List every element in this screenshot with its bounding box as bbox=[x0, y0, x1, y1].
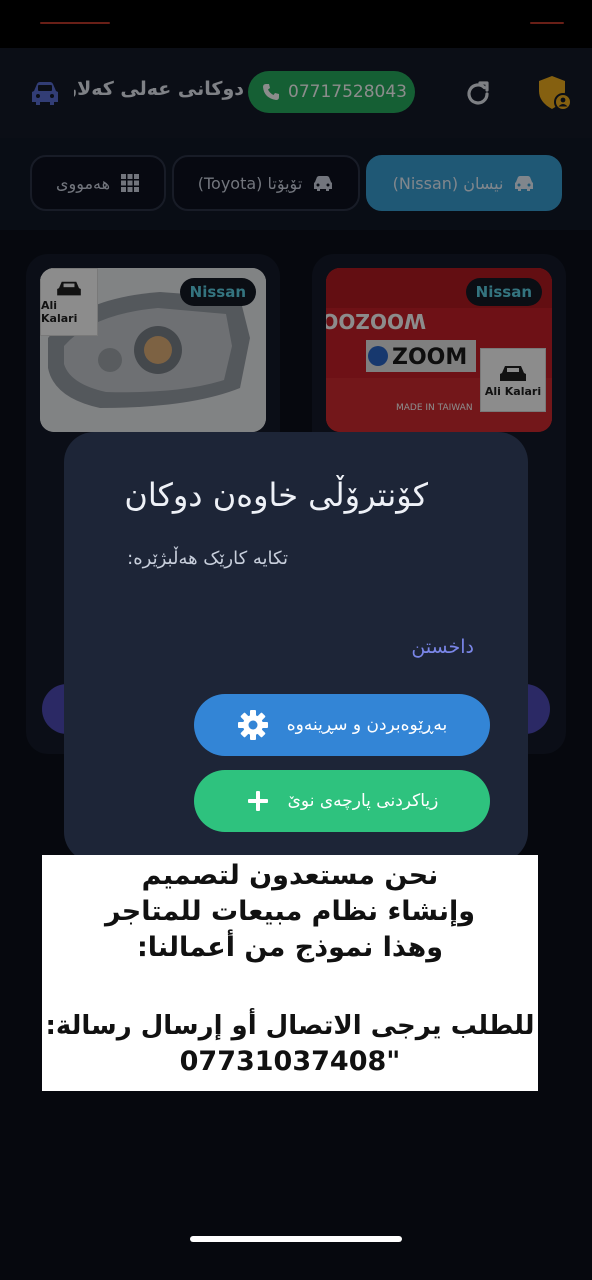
manage-button-label: بەڕێوەبردن و سڕینەوە bbox=[286, 715, 448, 735]
add-new-part-button[interactable]: زیاکردنی پارچەی نوێ bbox=[194, 770, 490, 832]
close-link[interactable]: داخستن bbox=[411, 636, 474, 658]
promo-line-2: وإنشاء نظام مبيعات للمتاجر bbox=[104, 896, 476, 927]
manage-delete-button[interactable]: بەڕێوەبردن و سڕینەوە bbox=[194, 694, 490, 756]
dialog-subtitle: تکایە کارێک هەڵبژێرە: bbox=[127, 548, 288, 569]
home-indicator[interactable] bbox=[190, 1236, 402, 1242]
promo-line-3: وهذا نموذج من أعمالنا: bbox=[136, 932, 444, 963]
promo-line-4: للطلب يرجى الاتصال أو إرسال رسالة: bbox=[45, 1011, 535, 1041]
plus-icon bbox=[247, 791, 268, 811]
add-button-label: زیاکردنی پارچەی نوێ bbox=[287, 791, 439, 811]
promo-banner: نحن مستعدون لتصميم وإنشاء نظام مبيعات لل… bbox=[42, 855, 538, 1091]
promo-phone: 07731037408" bbox=[179, 1046, 401, 1077]
gear-icon bbox=[237, 710, 268, 740]
dialog-title: کۆنترۆڵی خاوەن دوکان bbox=[124, 476, 428, 514]
owner-control-dialog: کۆنترۆڵی خاوەن دوکان تکایە کارێک هەڵبژێر… bbox=[64, 432, 528, 862]
promo-line-1: نحن مستعدون لتصميم bbox=[141, 860, 439, 891]
